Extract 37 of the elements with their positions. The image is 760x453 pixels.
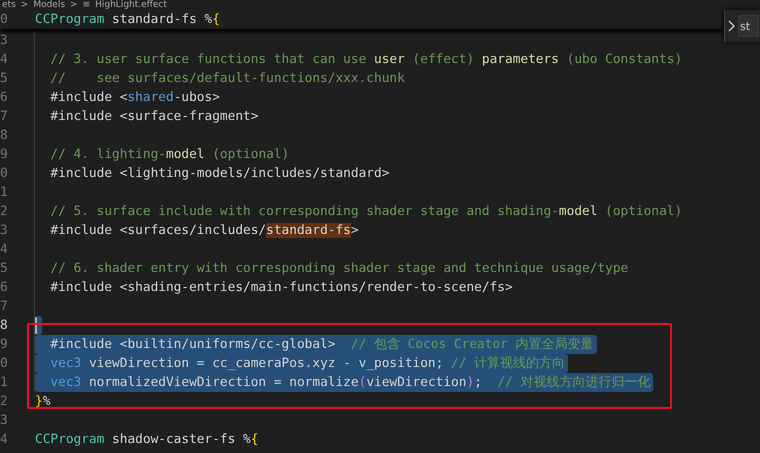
code-line: // 6. shader entry with corresponding shader stage and technique usage/type [49, 260, 628, 278]
line-number: 5 [0, 70, 9, 88]
code-line: #include <surfaces/includes/standard-fs> [49, 222, 359, 240]
line-number: 1 [0, 374, 9, 392]
code-line: #include <shading-entries/main-functions/render-to-scene/fs> [49, 279, 513, 297]
line-number: 8 [0, 317, 9, 335]
line-number: 6 [0, 89, 9, 107]
line-number: 2 [0, 203, 9, 221]
line-number: 9 [0, 146, 9, 164]
line-number: 1 [0, 184, 9, 202]
line-number: 0 [0, 355, 9, 373]
line-number: 0 [0, 165, 9, 183]
code-line: // 3. user surface functions that can use user (effect) parameters (ubo Constants) [49, 51, 682, 69]
line-number: 3 [0, 412, 9, 430]
code-line: CCProgram shadow-caster-fs %{ [35, 431, 258, 449]
line-number: 9 [0, 336, 9, 354]
code-line: #include <shared-ubos> [49, 89, 220, 107]
code-line: #include <surface-fragment> [49, 108, 258, 126]
line-number: 7 [0, 108, 9, 126]
line-number: 2 [0, 393, 9, 411]
chevron-right-icon[interactable] [728, 20, 735, 32]
code-line: // see surfaces/default-functions/xxx.chunk [49, 70, 405, 88]
code-line: #include <lighting-models/includes/standard> [49, 165, 390, 183]
code-line: }% [35, 393, 50, 411]
line-number: 6 [0, 279, 9, 297]
find-input-field[interactable]: st [738, 15, 759, 37]
line-number: 5 [0, 260, 9, 278]
code-line: // 5. surface include with corresponding shader stage and shading-model (optional) [49, 203, 682, 221]
line-number: 7 [0, 298, 9, 316]
line-number: 4 [0, 241, 9, 259]
line-number: 8 [0, 127, 9, 145]
line-number: 4 [0, 431, 9, 449]
line-number: 3 [0, 32, 9, 50]
code-line: // 4. lighting-model (optional) [49, 146, 290, 164]
line-number: 4 [0, 51, 9, 69]
breadcrumb: ets > Models > ≡ HighLight.effect [1, 0, 168, 10]
line-number: 3 [0, 222, 9, 240]
